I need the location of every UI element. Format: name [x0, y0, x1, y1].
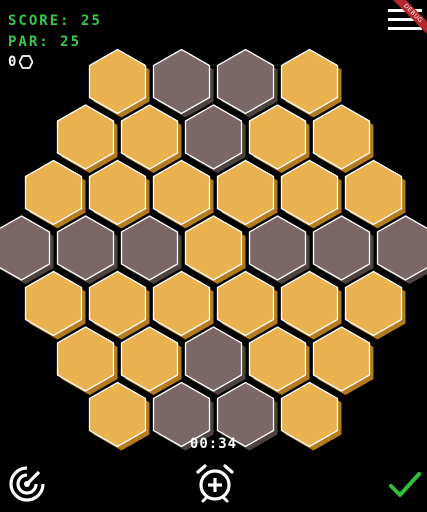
- hex-tile[interactable]: [24, 270, 86, 340]
- hex-tile[interactable]: [280, 159, 342, 229]
- hex-tile[interactable]: [184, 104, 246, 173]
- hex-tile[interactable]: [56, 326, 118, 395]
- hex-tile[interactable]: [248, 104, 310, 173]
- par-display: PAR: 25: [8, 34, 81, 50]
- par-value: 25: [60, 34, 82, 50]
- hex-tile[interactable]: [344, 270, 406, 340]
- hex-tile[interactable]: [56, 215, 118, 284]
- hex-tile[interactable]: [184, 215, 246, 284]
- hex-tile[interactable]: [312, 104, 374, 173]
- hex-tile[interactable]: [120, 104, 182, 173]
- hex-tile[interactable]: [88, 48, 150, 118]
- par-label: PAR:: [8, 34, 50, 50]
- score-display: SCORE: 25: [8, 13, 102, 29]
- hamburger-menu-icon[interactable]: [388, 8, 422, 32]
- hex-tile[interactable]: [312, 215, 374, 284]
- hex-tile[interactable]: [88, 270, 150, 340]
- hex-tile[interactable]: [344, 159, 406, 229]
- hex-tile[interactable]: [216, 48, 278, 118]
- radar-restart-icon[interactable]: [8, 465, 46, 503]
- hex-tile[interactable]: [0, 215, 54, 284]
- alarm-clock-plus-icon[interactable]: [195, 463, 235, 503]
- hex-tile-face-inactive: [376, 215, 427, 281]
- score-value: 25: [81, 13, 102, 29]
- moves-count: 0: [8, 54, 17, 70]
- hex-tile[interactable]: [184, 326, 246, 395]
- hex-tile[interactable]: [376, 215, 427, 284]
- hex-tile[interactable]: [248, 326, 310, 395]
- hex-tile[interactable]: [216, 270, 278, 340]
- hex-tile[interactable]: [88, 159, 150, 229]
- hex-tile[interactable]: [120, 326, 182, 395]
- hex-tile[interactable]: [248, 215, 310, 284]
- hex-tile[interactable]: [120, 215, 182, 284]
- hex-tile[interactable]: [280, 270, 342, 340]
- hexagon-outline-icon: [19, 55, 34, 69]
- hex-tile[interactable]: [152, 48, 214, 118]
- score-label: SCORE:: [8, 13, 71, 29]
- hex-tile[interactable]: [216, 159, 278, 229]
- hex-tile[interactable]: [280, 48, 342, 118]
- checkmark-icon[interactable]: [388, 470, 422, 500]
- hex-tile[interactable]: [152, 159, 214, 229]
- hex-tile[interactable]: [24, 159, 86, 229]
- hex-tile[interactable]: [56, 104, 118, 173]
- game-screen: SCORE: 25 PAR: 25 0 DEBUG 00:34: [0, 0, 427, 512]
- moves-counter: 0: [8, 54, 34, 70]
- hex-tile[interactable]: [152, 270, 214, 340]
- hex-tile[interactable]: [312, 326, 374, 395]
- timer-display: 00:34: [189, 436, 238, 452]
